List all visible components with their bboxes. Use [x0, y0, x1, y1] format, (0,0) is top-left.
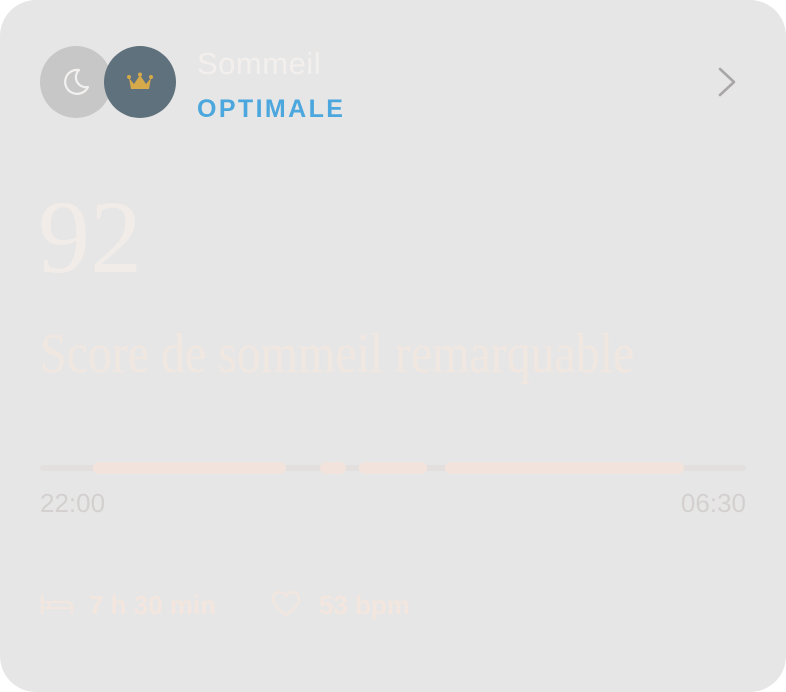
- sleep-timeline: [40, 459, 746, 477]
- heart-rate: 53 bpm: [319, 590, 411, 620]
- sleep-segment: [93, 462, 286, 474]
- status-label: OPTIMALE: [197, 95, 346, 123]
- chevron-right-icon[interactable]: [710, 64, 744, 100]
- bed-icon: [40, 593, 74, 615]
- heart-icon: [271, 590, 301, 617]
- sleep-segment: [320, 462, 346, 474]
- timeline-start-time: 22:00: [40, 488, 106, 518]
- sleep-duration: 7 h 30 min: [89, 590, 217, 620]
- score-headline: Score de sommeil remarquable: [40, 323, 635, 385]
- sleep-segment: [445, 462, 684, 474]
- crown-icon: [127, 72, 153, 89]
- sleep-score: 92: [38, 180, 142, 295]
- sleep-segment: [359, 462, 427, 474]
- moon-icon: [64, 68, 90, 95]
- card-title: Sommeil: [197, 46, 322, 81]
- moon-badge: [40, 46, 112, 118]
- timeline-end-time: 06:30: [680, 488, 746, 518]
- crown-badge: [104, 46, 176, 118]
- sleep-card[interactable]: Sommeil OPTIMALE 92 Score de sommeil rem…: [0, 0, 786, 692]
